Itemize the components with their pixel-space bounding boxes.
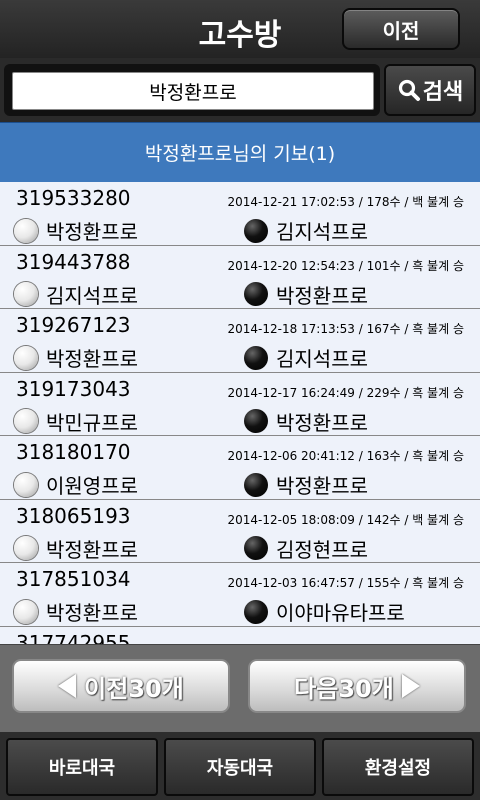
arrow-right-icon (401, 674, 420, 698)
search-input[interactable] (12, 72, 374, 110)
white-player: 박민규프로 (14, 407, 138, 436)
white-player-name: 박정환프로 (46, 347, 138, 371)
game-row[interactable]: 319533280 2014-12-21 17:02:53 / 178수 / 백 … (0, 182, 480, 246)
white-stone-icon (14, 218, 38, 243)
black-player: 이야마유타프로 (244, 597, 405, 626)
game-id: 318065193 (16, 503, 131, 528)
search-field-frame (4, 64, 380, 116)
game-id: 317851034 (16, 567, 131, 591)
black-player-name: 박정환프로 (276, 283, 368, 308)
auto-match-button[interactable]: 자동대국 (164, 738, 316, 796)
black-player-name: 이야마유타프로 (276, 601, 405, 625)
back-button[interactable]: 이전 (342, 8, 460, 50)
game-row[interactable]: 319173043 2014-12-17 16:24:49 / 229수 / 흑 … (0, 372, 480, 436)
game-id: 317742955 (16, 630, 131, 645)
black-player: 김지석프로 (244, 216, 368, 245)
white-player-name: 박정환프로 (46, 537, 138, 562)
white-player-name: 박민규프로 (46, 410, 138, 435)
quick-match-button[interactable]: 바로대국 (6, 738, 158, 796)
settings-button[interactable]: 환경설정 (322, 738, 474, 796)
search-button[interactable]: 검색 (384, 64, 476, 116)
game-list[interactable]: 319533280 2014-12-21 17:02:53 / 178수 / 백 … (0, 182, 480, 644)
white-player: 박정환프로 (14, 534, 138, 563)
black-stone-icon (244, 345, 268, 370)
white-player-name: 박정환프로 (46, 601, 138, 625)
game-row[interactable]: 319267123 2014-12-18 17:13:53 / 167수 / 흑 … (0, 309, 480, 373)
game-meta: 2014-12-06 20:41:12 / 163수 / 흑 불계 승 (227, 449, 464, 463)
black-stone-icon (244, 472, 268, 497)
white-player-name: 김지석프로 (46, 283, 138, 308)
black-player: 박정환프로 (244, 280, 368, 309)
white-player: 김지석프로 (14, 280, 138, 309)
search-button-label: 검색 (422, 80, 464, 105)
black-stone-icon (244, 536, 268, 560)
black-stone-icon (244, 218, 268, 243)
black-stone-icon (244, 282, 268, 306)
app-header: 고수방 이전 (0, 0, 480, 58)
black-player: 박정환프로 (244, 470, 368, 499)
white-stone-icon (14, 345, 38, 370)
game-row[interactable]: 318180170 2014-12-06 20:41:12 / 163수 / 흑 … (0, 436, 480, 500)
game-id: 318180170 (16, 440, 131, 464)
black-player-name: 박정환프로 (276, 474, 368, 498)
game-meta: 2014-12-17 16:24:49 / 229수 / 흑 불계 승 (227, 385, 464, 400)
black-stone-icon (244, 599, 268, 624)
game-meta: 2014-12-05 18:08:09 / 142수 / 백 불계 승 (227, 512, 464, 527)
game-id: 319173043 (16, 376, 131, 401)
next-page-button[interactable]: 다음30개 (248, 659, 466, 713)
game-meta: 2014-12-20 12:54:23 / 101수 / 흑 불계 승 (227, 258, 464, 273)
game-row[interactable]: 319443788 2014-12-20 12:54:23 / 101수 / 흑 … (0, 245, 480, 309)
search-bar: 검색 (0, 58, 480, 122)
white-player: 박정환프로 (14, 216, 138, 245)
white-player: 이원영프로 (14, 470, 138, 499)
black-player-name: 박정환프로 (276, 410, 368, 435)
white-stone-icon (14, 282, 38, 306)
black-player-name: 김정현프로 (276, 537, 368, 562)
bottom-nav: 바로대국 자동대국 환경설정 (0, 732, 480, 800)
prev-page-button[interactable]: 이전30개 (12, 659, 230, 713)
list-header: 박정환프로님의 기보(1) (0, 122, 480, 182)
arrow-left-icon (58, 674, 77, 698)
game-row[interactable]: 317742955 (0, 626, 480, 645)
white-player-name: 박정환프로 (46, 220, 138, 244)
search-icon (398, 79, 420, 101)
next-page-label: 다음30개 (294, 674, 394, 703)
black-player: 박정환프로 (244, 407, 368, 436)
black-player-name: 김지석프로 (276, 220, 368, 244)
white-player-name: 이원영프로 (46, 474, 138, 498)
game-row[interactable]: 317851034 2014-12-03 16:47:57 / 155수 / 흑 … (0, 563, 480, 627)
game-meta: 2014-12-03 16:47:57 / 155수 / 흑 불계 승 (227, 576, 464, 590)
game-id: 319533280 (16, 186, 131, 210)
black-player-name: 김지석프로 (276, 347, 368, 371)
black-player: 김지석프로 (244, 343, 368, 372)
white-player: 박정환프로 (14, 343, 138, 372)
game-id: 319443788 (16, 249, 131, 274)
game-row[interactable]: 318065193 2014-12-05 18:08:09 / 142수 / 백 … (0, 499, 480, 563)
white-stone-icon (14, 536, 38, 560)
black-player: 김정현프로 (244, 534, 368, 563)
pagination-bar: 이전30개 다음30개 (0, 644, 480, 732)
prev-page-label: 이전30개 (84, 674, 184, 703)
white-player: 박정환프로 (14, 597, 138, 626)
white-stone-icon (14, 599, 38, 624)
game-meta: 2014-12-21 17:02:53 / 178수 / 백 불계 승 (227, 195, 464, 209)
white-stone-icon (14, 409, 38, 433)
black-stone-icon (244, 409, 268, 433)
game-id: 319267123 (16, 313, 131, 337)
game-meta: 2014-12-18 17:13:53 / 167수 / 흑 불계 승 (227, 322, 464, 336)
white-stone-icon (14, 472, 38, 497)
